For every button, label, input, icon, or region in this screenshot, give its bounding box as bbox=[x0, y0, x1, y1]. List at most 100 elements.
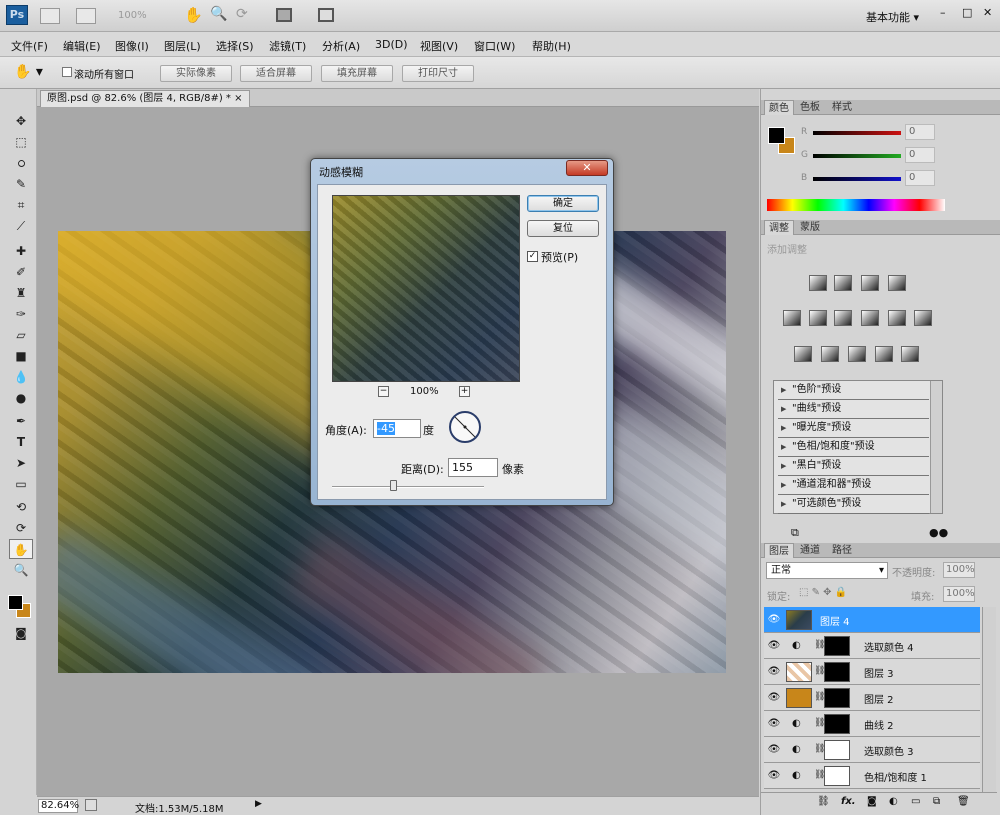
tab-styles[interactable]: 样式 bbox=[828, 100, 856, 115]
black-white-icon[interactable] bbox=[861, 310, 879, 326]
layer-style-icon[interactable]: fx. bbox=[841, 796, 856, 807]
actual-pixels-button[interactable]: 实际像素 bbox=[160, 65, 232, 82]
workspace-switcher[interactable]: 基本功能 ▾ bbox=[866, 9, 919, 25]
menu-view[interactable]: 视图(V) bbox=[420, 38, 458, 54]
color-balance-icon[interactable] bbox=[834, 310, 852, 326]
hand-tool-icon[interactable]: ✋ bbox=[9, 539, 33, 559]
channel-g-value[interactable]: 0 bbox=[905, 147, 935, 163]
adjust-clip-icon[interactable]: ●● bbox=[929, 526, 948, 539]
levels-icon[interactable] bbox=[834, 275, 852, 291]
color-spectrum-ramp[interactable] bbox=[767, 199, 945, 211]
distance-input[interactable]: 155 bbox=[448, 458, 498, 477]
quick-mask-icon[interactable]: ◙ bbox=[9, 623, 33, 643]
bridge-icon[interactable] bbox=[40, 8, 60, 24]
ok-button[interactable]: 确定 bbox=[527, 195, 599, 212]
preset-exposure[interactable]: "曝光度"预设 bbox=[778, 419, 929, 438]
pen-tool-icon[interactable]: ✒ bbox=[9, 411, 33, 431]
quick-select-tool-icon[interactable]: ✎ bbox=[9, 174, 33, 194]
healing-brush-tool-icon[interactable]: ✚ bbox=[9, 241, 33, 261]
brush-tool-icon[interactable]: ✐ bbox=[9, 262, 33, 282]
channel-r-slider[interactable] bbox=[813, 131, 901, 135]
hand-tool-preset-icon[interactable]: ✋ ▾ bbox=[14, 64, 43, 80]
menu-file[interactable]: 文件(F) bbox=[11, 38, 48, 54]
eye-icon[interactable]: 👁 bbox=[767, 717, 781, 731]
opacity-value[interactable]: 100% bbox=[943, 562, 975, 578]
tab-channels[interactable]: 通道 bbox=[796, 543, 824, 558]
minimize-button[interactable]: – bbox=[940, 6, 946, 19]
dialog-close-button[interactable]: ✕ bbox=[566, 160, 608, 176]
panel-fg-swatch[interactable] bbox=[768, 127, 785, 144]
channel-mixer-icon[interactable] bbox=[914, 310, 932, 326]
status-arrow-icon[interactable]: ▶ bbox=[255, 799, 262, 809]
zoom-in-button[interactable]: + bbox=[459, 386, 470, 397]
dodge-tool-icon[interactable]: ● bbox=[9, 388, 33, 408]
menu-window[interactable]: 窗口(W) bbox=[474, 38, 515, 54]
eye-icon[interactable]: 👁 bbox=[767, 613, 781, 627]
mini-bridge-icon[interactable] bbox=[76, 8, 96, 24]
link-layers-icon[interactable]: ⛓ bbox=[817, 796, 830, 807]
eraser-tool-icon[interactable]: ▱ bbox=[9, 325, 33, 345]
scroll-all-checkbox[interactable] bbox=[62, 67, 72, 77]
channel-g-slider[interactable] bbox=[813, 154, 901, 158]
eye-icon[interactable]: 👁 bbox=[767, 691, 781, 705]
preset-curves[interactable]: "曲线"预设 bbox=[778, 400, 929, 419]
curves-icon[interactable] bbox=[861, 275, 879, 291]
zoom-out-button[interactable]: − bbox=[378, 386, 389, 397]
layer-row-selective-color-3[interactable]: 👁 ◐ ⛓ 选取颜色 3 bbox=[764, 737, 980, 763]
hand-icon[interactable]: ✋ bbox=[184, 6, 203, 24]
type-tool-icon[interactable]: T bbox=[9, 432, 33, 452]
lock-icons[interactable]: ⬚ ✎ ✥ 🔒 bbox=[799, 587, 847, 598]
rotate-view-icon[interactable]: ⟳ bbox=[236, 6, 248, 22]
layers-scrollbar[interactable] bbox=[982, 607, 996, 792]
preset-levels[interactable]: "色阶"预设 bbox=[778, 381, 929, 400]
layer-row-layer4[interactable]: 👁 图层 4 bbox=[764, 607, 980, 633]
add-mask-icon[interactable]: ◙ bbox=[867, 796, 877, 807]
filter-preview[interactable] bbox=[332, 195, 520, 382]
distance-slider-thumb[interactable] bbox=[390, 480, 398, 491]
eye-icon[interactable]: 👁 bbox=[767, 769, 781, 783]
crop-tool-icon[interactable]: ⌗ bbox=[9, 195, 33, 215]
tab-swatches[interactable]: 色板 bbox=[796, 100, 824, 115]
menu-edit[interactable]: 编辑(E) bbox=[63, 38, 101, 54]
zoom-icon[interactable]: 🔍 bbox=[210, 6, 227, 22]
adjust-footer-icon[interactable]: ⧉ bbox=[791, 526, 799, 540]
selective-color-icon[interactable] bbox=[901, 346, 919, 362]
status-menu-icon[interactable] bbox=[85, 799, 97, 811]
new-group-icon[interactable]: ▭ bbox=[911, 796, 920, 807]
distance-slider-track[interactable] bbox=[332, 486, 484, 488]
layer-row-curves2[interactable]: 👁 ◐ ⛓ 曲线 2 bbox=[764, 711, 980, 737]
layer-row-layer2[interactable]: 👁 ⛓ 图层 2 bbox=[764, 685, 980, 711]
blur-tool-icon[interactable]: 💧 bbox=[9, 367, 33, 387]
blend-mode-select[interactable]: 正常 ▾ bbox=[766, 562, 888, 579]
channel-b-value[interactable]: 0 bbox=[905, 170, 935, 186]
layer-row-selective-color-4[interactable]: 👁 ◐ ⛓ 选取颜色 4 bbox=[764, 633, 980, 659]
photo-filter-icon[interactable] bbox=[888, 310, 906, 326]
threshold-icon[interactable] bbox=[848, 346, 866, 362]
menu-layer[interactable]: 图层(L) bbox=[164, 38, 201, 54]
zoom-status[interactable]: 82.64% bbox=[38, 799, 79, 813]
3d-orbit-tool-icon[interactable]: ⟳ bbox=[9, 518, 33, 538]
exposure-icon[interactable] bbox=[888, 275, 906, 291]
shape-tool-icon[interactable]: ▭ bbox=[9, 474, 33, 494]
brightness-icon[interactable] bbox=[809, 275, 827, 291]
document-tab[interactable]: 原图.psd @ 82.6% (图层 4, RGB/8#) * × bbox=[40, 90, 250, 107]
tab-layers[interactable]: 图层 bbox=[764, 543, 794, 558]
zoom-level-box[interactable]: 100% bbox=[118, 8, 164, 24]
layer-row-layer3[interactable]: 👁 ⛓ 图层 3 bbox=[764, 659, 980, 685]
path-select-tool-icon[interactable]: ➤ bbox=[9, 453, 33, 473]
menu-3d[interactable]: 3D(D) bbox=[375, 38, 408, 51]
reset-button[interactable]: 复位 bbox=[527, 220, 599, 237]
maximize-button[interactable]: □ bbox=[962, 6, 972, 19]
delete-layer-icon[interactable]: 🗑 bbox=[957, 796, 970, 807]
preview-checkbox[interactable]: ✓ bbox=[527, 251, 538, 262]
angle-dial[interactable] bbox=[449, 411, 481, 443]
hue-saturation-icon[interactable] bbox=[809, 310, 827, 326]
menu-select[interactable]: 选择(S) bbox=[216, 38, 254, 54]
posterize-icon[interactable] bbox=[821, 346, 839, 362]
tab-paths[interactable]: 路径 bbox=[828, 543, 856, 558]
new-adjustment-icon[interactable]: ◐ bbox=[889, 796, 898, 807]
history-brush-tool-icon[interactable]: ✑ bbox=[9, 304, 33, 324]
tab-masks[interactable]: 蒙版 bbox=[796, 220, 824, 235]
preset-scrollbar[interactable] bbox=[930, 381, 942, 513]
new-layer-icon[interactable]: ⧉ bbox=[933, 796, 940, 807]
